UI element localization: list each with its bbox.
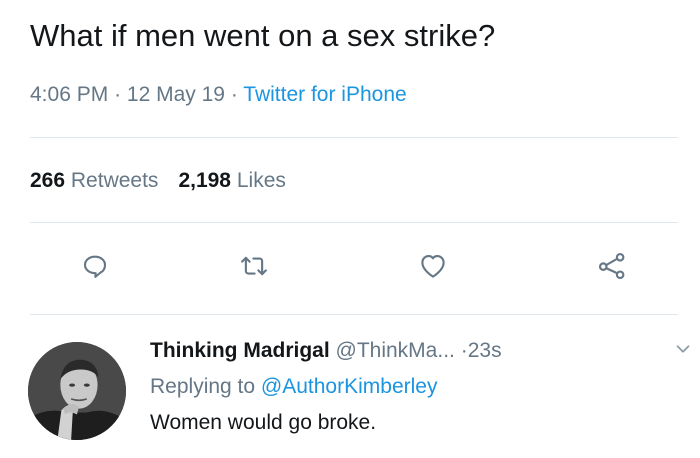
reply-button[interactable] — [73, 244, 117, 288]
replying-to: Replying to @AuthorKimberley — [150, 372, 690, 402]
divider — [30, 314, 678, 315]
reply-icon — [83, 255, 107, 278]
avatar-photo — [28, 342, 126, 440]
retweet-icon — [241, 256, 267, 276]
heart-icon — [421, 254, 445, 278]
retweet-button[interactable] — [232, 244, 276, 288]
retweets-stat[interactable]: 266 Retweets — [30, 169, 158, 192]
reply-header: Thinking Madrigal @ThinkMa... ·23s — [150, 336, 690, 366]
likes-stat[interactable]: 2,198 Likes — [178, 169, 285, 192]
tweet-text: What if men went on a sex strike? — [30, 18, 496, 53]
username[interactable]: @ThinkMa... — [336, 339, 455, 362]
avatar[interactable] — [28, 342, 126, 440]
tweet-stats: 266 Retweets 2,198 Likes — [30, 166, 286, 196]
like-button[interactable] — [411, 244, 455, 288]
display-name[interactable]: Thinking Madrigal — [150, 339, 330, 362]
share-icon — [598, 252, 625, 280]
divider — [30, 222, 678, 223]
tweet-source-link[interactable]: Twitter for iPhone — [243, 83, 406, 106]
tweet-actions — [0, 244, 700, 288]
reply-timestamp[interactable]: 23s — [468, 339, 502, 362]
tweet-meta: 4:06 PM · 12 May 19 · Twitter for iPhone — [30, 80, 407, 110]
reply-tweet[interactable]: Thinking Madrigal @ThinkMa... ·23s Reply… — [22, 330, 692, 450]
reply-text: Women would go broke. — [150, 411, 377, 434]
replying-to-mention[interactable]: @AuthorKimberley — [261, 375, 438, 398]
time-separator: · — [460, 339, 468, 362]
share-button[interactable] — [590, 244, 634, 288]
reply-body: Thinking Madrigal @ThinkMa... ·23s Reply… — [150, 336, 690, 438]
replying-to-label: Replying to — [150, 375, 256, 398]
chevron-down-icon[interactable] — [672, 338, 694, 360]
tweet-date: 12 May 19 — [126, 83, 225, 106]
tweet-time: 4:06 PM — [30, 83, 109, 106]
divider — [30, 137, 678, 138]
meta-separator: · — [114, 83, 122, 106]
meta-separator: · — [230, 83, 238, 106]
